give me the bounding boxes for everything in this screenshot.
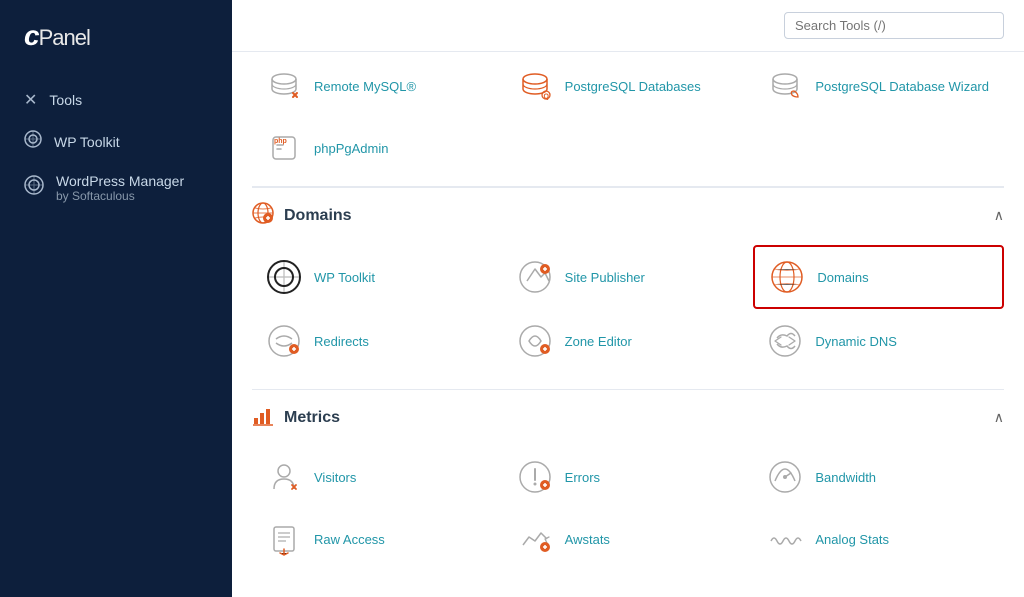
tool-redirects[interactable]: Redirects [252, 311, 503, 371]
metrics-section-header[interactable]: Metrics ∧ [252, 389, 1004, 439]
tool-domains[interactable]: Domains [753, 245, 1004, 309]
tool-wp-toolkit-label: WP Toolkit [314, 270, 375, 285]
analog-stats-icon [767, 521, 803, 557]
metrics-section-icon [252, 404, 274, 431]
tool-analog-stats[interactable]: Analog Stats [753, 509, 1004, 569]
metrics-section-title: Metrics [284, 409, 340, 427]
visitors-icon [266, 459, 302, 495]
domains-header-left: Domains [252, 202, 352, 229]
tool-bandwidth[interactable]: Bandwidth [753, 447, 1004, 507]
tool-zone-editor-label: Zone Editor [565, 334, 632, 349]
dynamic-dns-icon [767, 323, 803, 359]
tool-postgresql-wizard-label: PostgreSQL Database Wizard [815, 79, 989, 94]
zone-editor-icon [517, 323, 553, 359]
wp-toolkit-icon [24, 130, 42, 153]
tool-site-publisher-label: Site Publisher [565, 270, 645, 285]
tool-visitors-label: Visitors [314, 470, 356, 485]
tool-phppgadmin[interactable]: php phpPgAdmin [252, 118, 503, 178]
tool-errors[interactable]: Errors [503, 447, 754, 507]
phppgadmin-icon: php [266, 130, 302, 166]
sidebar-item-wp-toolkit[interactable]: WP Toolkit [0, 120, 232, 163]
redirects-icon [266, 323, 302, 359]
errors-icon [517, 459, 553, 495]
content-area: Remote MySQL® Q PostgreSQL Databases [232, 52, 1024, 597]
tool-remote-mysql-label: Remote MySQL® [314, 79, 416, 94]
sidebar-item-wp-manager[interactable]: WordPress Manager by Softaculous [0, 163, 232, 213]
metrics-tools-grid: Visitors Errors [252, 439, 1004, 577]
metrics-chevron-icon: ∧ [994, 409, 1004, 426]
domains-tools-grid: WP Toolkit Site Publisher [252, 237, 1004, 379]
main-content: Remote MySQL® Q PostgreSQL Databases [232, 0, 1024, 597]
tool-dynamic-dns[interactable]: Dynamic DNS [753, 311, 1004, 371]
tool-redirects-label: Redirects [314, 334, 369, 349]
tools-icon: ✕ [24, 90, 37, 110]
wp-manager-text: WordPress Manager by Softaculous [56, 173, 184, 203]
awstats-icon [517, 521, 553, 557]
tool-errors-label: Errors [565, 470, 600, 485]
domains-tool-icon [769, 259, 805, 295]
tool-visitors[interactable]: Visitors [252, 447, 503, 507]
section-metrics: Metrics ∧ Visitors [252, 389, 1004, 577]
tool-domains-label: Domains [817, 270, 868, 285]
tool-remote-mysql[interactable]: Remote MySQL® [252, 56, 503, 116]
bandwidth-icon [767, 459, 803, 495]
tool-site-publisher[interactable]: Site Publisher [503, 245, 754, 309]
cpanel-logo-text: cPanel [24, 20, 208, 52]
svg-text:Q: Q [543, 94, 549, 101]
wp-manager-icon [24, 175, 44, 200]
search-input[interactable] [795, 18, 993, 33]
domains-section-header[interactable]: Domains ∧ [252, 187, 1004, 237]
tool-awstats[interactable]: Awstats [503, 509, 754, 569]
tool-postgresql-db[interactable]: Q PostgreSQL Databases [503, 56, 754, 116]
metrics-header-left: Metrics [252, 404, 340, 431]
svg-text:php: php [274, 138, 287, 145]
postgresql-wizard-icon [767, 68, 803, 104]
tool-postgresql-db-label: PostgreSQL Databases [565, 79, 701, 94]
sidebar: cPanel ✕ Tools WP Toolkit WordPress Mana… [0, 0, 232, 597]
domains-section-title: Domains [284, 207, 352, 225]
remote-mysql-icon [266, 68, 302, 104]
sidebar-logo: cPanel [0, 20, 232, 80]
postgresql-db-icon: Q [517, 68, 553, 104]
tool-wp-toolkit[interactable]: WP Toolkit [252, 245, 503, 309]
tool-zone-editor[interactable]: Zone Editor [503, 311, 754, 371]
site-publisher-icon [517, 259, 553, 295]
section-domains: Domains ∧ WP Toolkit [252, 187, 1004, 379]
tool-dynamic-dns-label: Dynamic DNS [815, 334, 897, 349]
tool-raw-access-label: Raw Access [314, 532, 385, 547]
sidebar-wptoolkit-label: WP Toolkit [54, 134, 120, 150]
sidebar-tools-label: Tools [49, 92, 82, 108]
search-box[interactable] [784, 12, 1004, 39]
wp-toolkit-tool-icon [266, 259, 302, 295]
tool-analog-stats-label: Analog Stats [815, 532, 889, 547]
sidebar-item-tools[interactable]: ✕ Tools [0, 80, 232, 120]
top-bar [232, 0, 1024, 52]
raw-access-icon [266, 521, 302, 557]
domains-chevron-icon: ∧ [994, 207, 1004, 224]
tool-phppgadmin-label: phpPgAdmin [314, 141, 388, 156]
tool-bandwidth-label: Bandwidth [815, 470, 876, 485]
domains-section-icon [252, 202, 274, 229]
databases-partial: Remote MySQL® Q PostgreSQL Databases [252, 52, 1004, 187]
wp-manager-subtitle: by Softaculous [56, 189, 184, 203]
wp-manager-label: WordPress Manager [56, 173, 184, 189]
tool-raw-access[interactable]: Raw Access [252, 509, 503, 569]
tool-postgresql-wizard[interactable]: PostgreSQL Database Wizard [753, 56, 1004, 116]
tool-awstats-label: Awstats [565, 532, 610, 547]
